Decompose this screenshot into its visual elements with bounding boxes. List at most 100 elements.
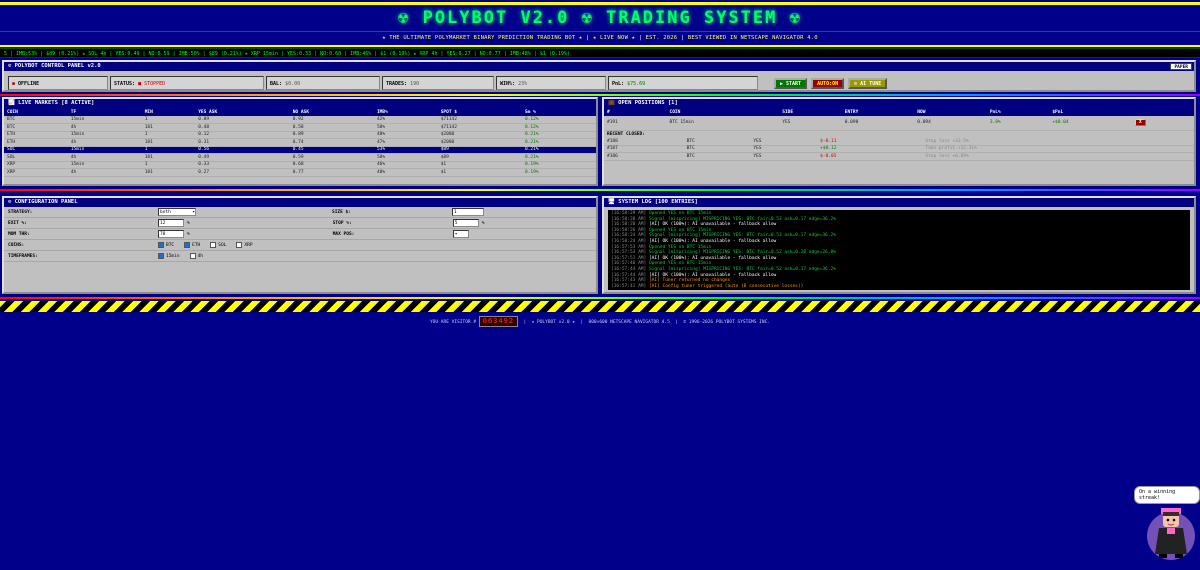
control-panel: ⚙ POLYBOT CONTROL PANEL v2.0 PAPER ● OFF… xyxy=(2,60,1196,92)
timeframe-checkbox[interactable] xyxy=(158,252,164,259)
table-cell: +$0.04 xyxy=(1049,116,1132,131)
column-header: COIN xyxy=(666,108,780,116)
table-cell: 4h xyxy=(67,123,142,132)
coin-option[interactable]: XRP xyxy=(236,241,253,248)
coin-checkbox[interactable] xyxy=(210,241,217,248)
footer: YOU ARE VISITOR # 063492 | ★ POLYBOT v2.… xyxy=(429,316,771,327)
coin-checkbox[interactable] xyxy=(158,241,164,248)
table-cell: 0.31 xyxy=(195,138,290,147)
column-header[interactable]: COIN xyxy=(4,108,68,116)
table-cell: YES xyxy=(779,116,842,131)
exit-unit: % xyxy=(187,220,190,226)
table-cell: 0.27 xyxy=(195,168,290,177)
table-cell: 50% xyxy=(373,153,438,162)
table-cell: 15min xyxy=(67,116,142,124)
maxpos-select[interactable]: ▾ xyxy=(452,230,469,238)
visitor-label: YOU ARE VISITOR # xyxy=(429,320,477,325)
table-cell: $2080 xyxy=(437,138,522,147)
column-header[interactable]: SPOT $ xyxy=(437,108,522,116)
table-cell: 4h xyxy=(67,153,142,162)
system-log-title: 🖥 SYSTEM LOG [100 ENTRIES] xyxy=(604,198,1194,207)
coin-checkbox[interactable] xyxy=(184,241,191,248)
balance-display: BAL: $0.00 xyxy=(266,76,380,90)
trades-label: TRADES: xyxy=(386,81,408,87)
mascot-character[interactable] xyxy=(1145,502,1197,562)
visitor-counter: 063492 xyxy=(478,316,519,327)
log-timestamp: [16:58:28 AM] xyxy=(611,222,649,228)
table-cell: 0.090 xyxy=(841,116,915,131)
table-cell: 40% xyxy=(373,131,438,139)
tagline-main: ★ THE ULTIMATE POLYMARKET BINARY PREDICT… xyxy=(382,35,583,41)
connection-status: ● OFFLINE xyxy=(8,76,108,90)
connection-label: OFFLINE xyxy=(18,81,40,87)
run-status: STATUS: ■ STOPPED xyxy=(110,76,264,90)
table-cell: X xyxy=(1131,116,1194,131)
table-row[interactable]: BTC 15min 1 0.09 0.92 42% $71142 0.12% xyxy=(4,116,596,124)
close-position-button[interactable]: X xyxy=(1134,119,1146,127)
timeframe-option[interactable]: 4h xyxy=(189,252,203,260)
timeframe-option-label: 4h xyxy=(197,254,203,260)
column-header[interactable]: IMB% xyxy=(373,108,438,116)
coin-option-label: ETH xyxy=(192,243,201,249)
table-row[interactable]: ETH 4h 181 0.31 0.74 47% $2080 0.21% xyxy=(4,138,596,147)
ai-tune-button[interactable]: ⚙ AI TUNE xyxy=(848,77,888,89)
log-timestamp: [16:57:53 AM] xyxy=(611,250,649,256)
table-cell: 15min xyxy=(67,146,142,154)
coin-option-label: BTC xyxy=(166,243,175,249)
table-cell: 15min xyxy=(67,131,142,139)
column-header[interactable]: TF xyxy=(67,108,142,116)
stop-input[interactable]: 5 xyxy=(452,219,479,227)
table-cell: 181 xyxy=(141,123,196,132)
table-row[interactable]: SOL 15min 1 0.56 0.45 53% $89 0.21% xyxy=(4,146,596,154)
table-cell: XRP xyxy=(4,168,68,177)
footer-brand: ★ POLYBOT v2.0 ★ xyxy=(531,320,575,325)
table-row[interactable]: XRP 4h 181 0.27 0.77 48% $1 0.19% xyxy=(4,168,596,177)
coin-checkbox[interactable] xyxy=(236,241,243,248)
column-header[interactable]: NO ASK xyxy=(289,108,374,116)
column-header[interactable]: 5m % xyxy=(521,108,596,116)
table-cell: Take profit +12.31% xyxy=(922,145,1194,153)
column-header xyxy=(1131,108,1194,116)
column-header[interactable]: MIN xyxy=(141,108,196,116)
winrate-value: 23% xyxy=(518,81,528,87)
strategy-select[interactable]: both ▾ xyxy=(158,208,196,216)
table-row[interactable]: SOL 4h 181 0.49 0.59 50% $89 0.21% xyxy=(4,153,596,162)
open-positions-title: 💼 OPEN POSITIONS [1] xyxy=(604,99,1194,108)
log-message: Signal [mispricing] MISPRICING YES: BTC … xyxy=(648,250,836,256)
log-message: [AI] OK (100%): AI unavailable - fallbac… xyxy=(648,222,777,228)
log-message: [AI] OK (100%): AI unavailable - fallbac… xyxy=(648,255,777,261)
table-cell: SOL xyxy=(4,146,68,154)
rainbow-divider xyxy=(0,94,1200,96)
rainbow-divider xyxy=(0,189,1200,191)
table-row[interactable]: XRP 15min 1 0.33 0.68 46% $1 0.19% xyxy=(4,161,596,169)
list-item: #187 BTC YES +$0.12 Take profit +12.31% xyxy=(604,145,1194,153)
log-message: [AI] Tuner returned no changes xyxy=(648,278,731,284)
column-header: NOW xyxy=(914,108,987,116)
exit-input[interactable]: 12 xyxy=(158,219,184,227)
momentum-input[interactable]: 78 xyxy=(158,230,184,238)
table-cell: #187 xyxy=(604,145,684,153)
coin-option[interactable]: SOL xyxy=(210,241,226,248)
coin-option[interactable]: ETH xyxy=(184,241,201,249)
timeframe-option[interactable]: 15min xyxy=(158,252,180,259)
log-timestamp: [16:58:29 AM] xyxy=(611,211,649,216)
timeframe-checkbox[interactable] xyxy=(189,252,196,259)
pnl-label: PnL: xyxy=(612,81,625,87)
size-input[interactable]: 1 xyxy=(452,208,484,216)
log-console[interactable]: [16:58:29 AM] Opened YES on BTC 15min [16… xyxy=(608,210,1190,290)
table-cell: 0.58 xyxy=(289,123,374,132)
log-timestamp: [16:57:46 AM] xyxy=(611,261,649,267)
table-cell: 3.8% xyxy=(986,116,1050,131)
paper-mode-badge[interactable]: PAPER xyxy=(1170,63,1192,70)
table-cell: 1 xyxy=(141,116,196,124)
coin-option[interactable]: BTC xyxy=(158,241,175,249)
table-cell: 1 xyxy=(141,161,196,169)
start-button[interactable]: ▶ START xyxy=(774,77,808,89)
table-row[interactable]: BTC 4h 181 0.48 0.58 50% $71142 0.12% xyxy=(4,123,596,132)
table-cell: Stop loss +0.09% xyxy=(922,152,1194,161)
tagline-browser: BEST VIEWED IN NETSCAPE NAVIGATOR 4.0 xyxy=(687,35,818,41)
auto-toggle-button[interactable]: AUTO:ON xyxy=(811,77,845,89)
table-row[interactable]: ETH 15min 1 0.12 0.89 40% $2080 0.21% xyxy=(4,131,596,139)
column-header: SIDE xyxy=(779,108,842,116)
column-header[interactable]: YES ASK xyxy=(195,108,290,116)
